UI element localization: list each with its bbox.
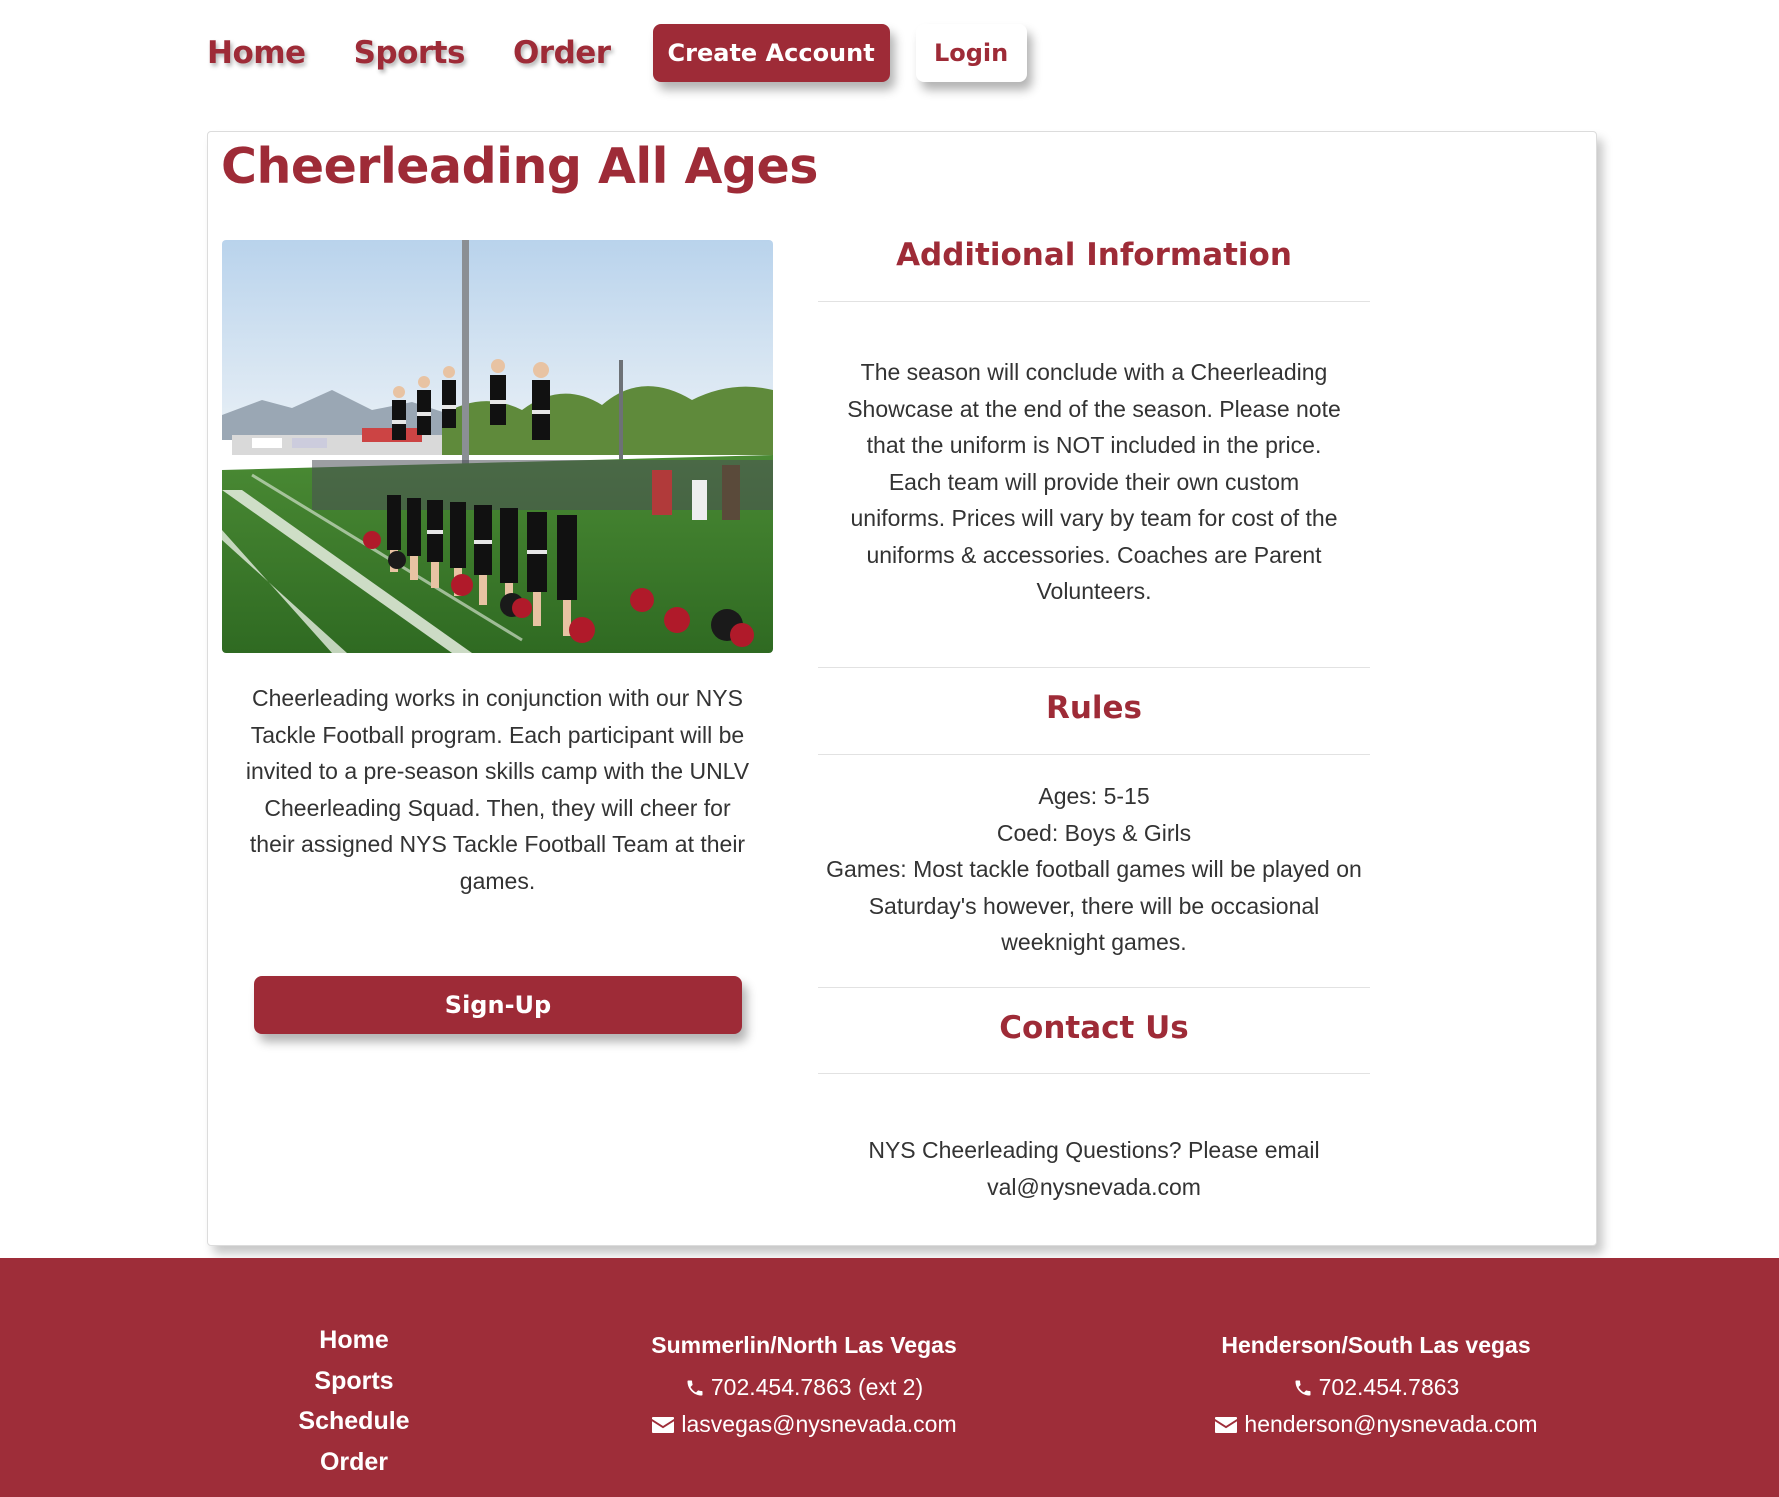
additional-info-heading: Additional Information: [896, 237, 1292, 273]
contact-text: NYS Cheerleading Questions? Please email…: [818, 1132, 1370, 1205]
location-phone-number[interactable]: 702.454.7863: [1319, 1369, 1460, 1406]
location-title: Summerlin/North Las Vegas: [651, 1332, 957, 1358]
location-title: Henderson/South Las vegas: [1221, 1332, 1531, 1358]
cheerleading-photo: [222, 240, 773, 653]
phone-icon: [687, 1380, 703, 1395]
footer-order-link[interactable]: Order: [254, 1442, 454, 1483]
location-phone: 702.454.7863: [1196, 1369, 1556, 1406]
contact-email-link[interactable]: val@nysnevada.com: [818, 1169, 1370, 1206]
contact-heading: Contact Us: [999, 1010, 1189, 1046]
rules-ages: Ages: 5-15: [1038, 783, 1150, 809]
signup-button[interactable]: Sign-Up: [254, 976, 742, 1034]
create-account-button[interactable]: Create Account: [652, 24, 890, 82]
footer-home-link[interactable]: Home: [254, 1320, 454, 1361]
location-phone: 702.454.7863 (ext 2): [624, 1369, 984, 1406]
location-email: henderson@nysnevada.com: [1196, 1406, 1556, 1443]
phone-icon: [1295, 1380, 1311, 1395]
login-button[interactable]: Login: [915, 24, 1027, 82]
divider: [818, 987, 1370, 988]
divider: [818, 667, 1370, 668]
nav-home-link[interactable]: Home: [207, 35, 306, 71]
top-nav: Home Sports Order Create Account Login: [207, 24, 1027, 82]
divider: [818, 301, 1370, 302]
envelope-icon: [652, 1416, 675, 1433]
envelope-icon: [1215, 1416, 1238, 1433]
footer-sports-link[interactable]: Sports: [254, 1361, 454, 1402]
location-email-link[interactable]: henderson@nysnevada.com: [1244, 1406, 1537, 1443]
site-footer: Home Sports Schedule Order Summerlin/Nor…: [0, 1258, 1779, 1497]
rules-heading: Rules: [1045, 690, 1143, 726]
footer-nav: Home Sports Schedule Order: [254, 1320, 454, 1482]
page-title: Cheerleading All Ages: [221, 138, 818, 195]
divider: [818, 754, 1370, 755]
rules-coed: Coed: Boys & Girls: [996, 819, 1192, 846]
location-email-link[interactable]: lasvegas@nysnevada.com: [681, 1406, 956, 1443]
location-phone-number[interactable]: 702.454.7863 (ext 2): [711, 1369, 923, 1406]
nav-order-link[interactable]: Order: [513, 35, 611, 71]
rules-list: Ages: 5-15 Coed: Boys & Girls Games: Mos…: [818, 778, 1370, 961]
additional-info-text: The season will conclude with a Cheerlea…: [847, 359, 1341, 604]
nav-sports-link[interactable]: Sports: [354, 35, 466, 71]
divider: [818, 1073, 1370, 1074]
sport-detail-card: Cheerleading All Ages Cheerleading works…: [207, 131, 1597, 1246]
location-henderson: Henderson/South Las vegas 702.454.7863 h…: [1196, 1330, 1556, 1443]
location-email: lasvegas@nysnevada.com: [624, 1406, 984, 1443]
footer-schedule-link[interactable]: Schedule: [254, 1401, 454, 1442]
sport-description: Cheerleading works in conjunction with o…: [245, 685, 750, 894]
contact-line: NYS Cheerleading Questions? Please email: [868, 1137, 1320, 1163]
rules-games: Games: Most tackle football games will b…: [826, 856, 1362, 955]
location-summerlin: Summerlin/North Las Vegas 702.454.7863 (…: [624, 1330, 984, 1443]
